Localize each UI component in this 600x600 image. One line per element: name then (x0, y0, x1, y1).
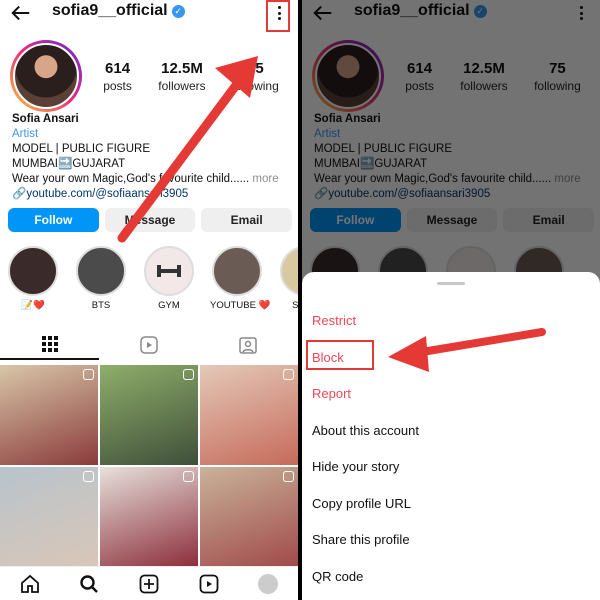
action-buttons: Follow Message Email (8, 208, 293, 232)
profile-stats: 614 posts 12.5M followers 75 following (90, 60, 292, 93)
home-icon[interactable] (18, 572, 42, 596)
grid-icon (41, 336, 58, 352)
tab-posts[interactable] (0, 330, 100, 360)
sheet-drag-handle[interactable] (437, 282, 465, 285)
more-link[interactable]: more (252, 173, 278, 185)
highlight-item[interactable]: SNAP (278, 246, 298, 311)
stat-followers[interactable]: 12.5M followers (158, 60, 205, 93)
stat-label: posts (103, 79, 132, 93)
post-thumbnail[interactable] (200, 365, 298, 465)
email-button[interactable]: Email (201, 208, 293, 232)
annotation-highlight-box (266, 0, 290, 32)
username-text: sofia9__official (52, 2, 168, 19)
stat-label: following (232, 79, 279, 93)
menu-item-hide-story[interactable]: Hide your story (302, 449, 600, 486)
highlight-item[interactable]: 📝❤️ (6, 246, 60, 311)
tab-tagged[interactable] (199, 330, 298, 360)
reels-nav-icon[interactable] (197, 572, 221, 596)
post-thumbnail[interactable] (0, 365, 98, 465)
bio-line: MODEL | PUBLIC FIGURE (12, 143, 151, 155)
link-icon: 🔗 (12, 188, 27, 200)
options-bottom-sheet: Restrict Block Report About this account… (302, 272, 600, 600)
tab-reels[interactable] (99, 330, 198, 360)
annotation-highlight-box (306, 340, 374, 370)
highlight-label: GYM (158, 300, 180, 311)
message-button[interactable]: Message (104, 208, 196, 232)
create-icon[interactable] (137, 572, 161, 596)
bottom-navigation (0, 566, 298, 600)
menu-item-about-account[interactable]: About this account (302, 413, 600, 450)
highlight-label: BTS (91, 300, 111, 311)
profile-username: sofia9__official ✓ (52, 2, 185, 20)
menu-item-report[interactable]: Report (302, 376, 600, 413)
story-highlights: 📝❤️ BTS GYM YOUTUBE ❤️ SNAP (6, 246, 298, 311)
menu-item-share-profile[interactable]: Share this profile (302, 522, 600, 559)
bio-line: Wear your own Magic,God's favourite chil… (12, 173, 250, 185)
highlight-item[interactable]: BTS (74, 246, 128, 311)
reels-icon (140, 336, 158, 354)
display-name: Sofia Ansari (12, 113, 79, 125)
highlight-item[interactable]: GYM (142, 246, 196, 311)
menu-item-restrict[interactable]: Restrict (302, 303, 600, 340)
bio-line: MUMBAI🔜GUJARAT (12, 158, 126, 170)
menu-item-copy-url[interactable]: Copy profile URL (302, 486, 600, 523)
post-thumbnail[interactable] (0, 467, 98, 567)
back-arrow-icon[interactable] (10, 2, 32, 24)
tagged-icon (239, 337, 258, 354)
highlight-label: SNAP (292, 300, 298, 311)
profile-icon[interactable] (256, 572, 280, 596)
stat-following[interactable]: 75 following (232, 60, 279, 93)
post-thumbnail[interactable] (100, 467, 198, 567)
stat-value: 75 (247, 60, 264, 77)
highlight-label: 📝❤️ (21, 300, 45, 311)
highlight-item[interactable]: YOUTUBE ❤️ (210, 246, 271, 311)
stat-posts[interactable]: 614 posts (103, 60, 132, 93)
post-thumbnail[interactable] (200, 467, 298, 567)
profile-tabs (0, 330, 298, 360)
stat-value: 614 (105, 60, 131, 77)
category-label: Artist (12, 128, 39, 140)
top-bar: sofia9__official ✓ (0, 0, 298, 32)
avatar[interactable] (10, 40, 82, 112)
post-thumbnail[interactable] (100, 365, 198, 465)
profile-bio: Sofia Ansari Artist MODEL | PUBLIC FIGUR… (12, 112, 292, 202)
profile-screen: sofia9__official ✓ 614 posts 12.5M follo… (0, 0, 298, 600)
verified-icon: ✓ (171, 4, 185, 18)
profile-screen-with-menu: sofia9__official ✓ 614 posts 12.5M follo… (302, 0, 600, 600)
search-icon[interactable] (77, 572, 101, 596)
posts-grid (0, 365, 298, 567)
bio-link-text: youtube.com/@sofiaansari3905 (26, 188, 189, 200)
highlight-label: YOUTUBE ❤️ (210, 300, 271, 311)
stat-label: followers (158, 79, 206, 93)
menu-item-qr-code[interactable]: QR code (302, 559, 600, 596)
bio-link[interactable]: 🔗youtube.com/@sofiaansari3905 (12, 187, 292, 202)
follow-button[interactable]: Follow (8, 208, 99, 232)
stat-value: 12.5M (161, 60, 203, 77)
